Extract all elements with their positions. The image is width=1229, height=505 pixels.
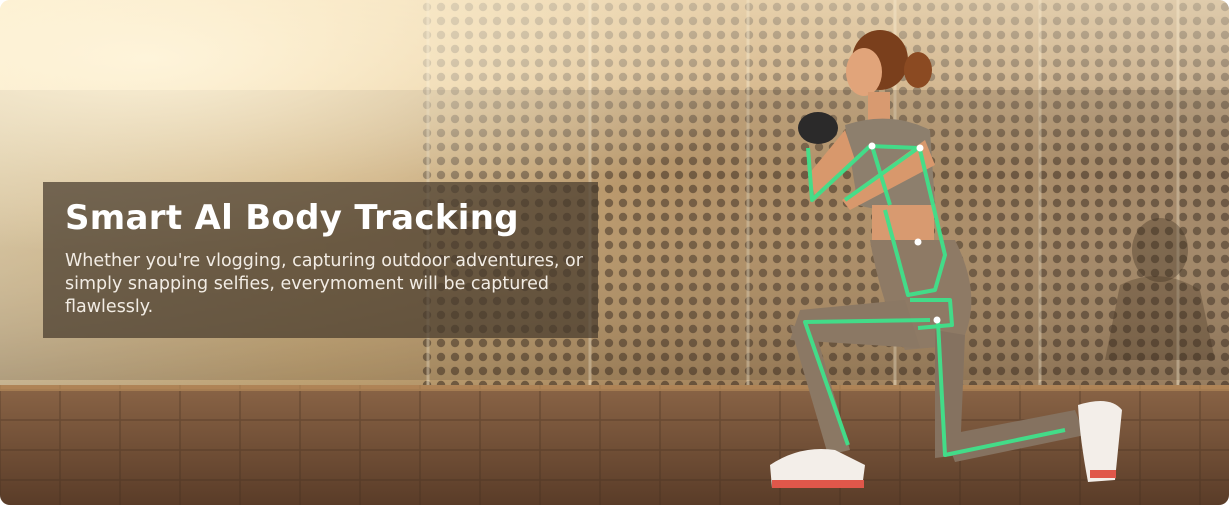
hero-banner: Smart Al Body Tracking Whether you're vl… [0, 0, 1229, 505]
banner-description: Whether you're vlogging, capturing outdo… [65, 251, 583, 317]
banner-title: Smart Al Body Tracking [65, 198, 519, 238]
caption-panel: Smart Al Body Tracking Whether you're vl… [43, 182, 598, 338]
